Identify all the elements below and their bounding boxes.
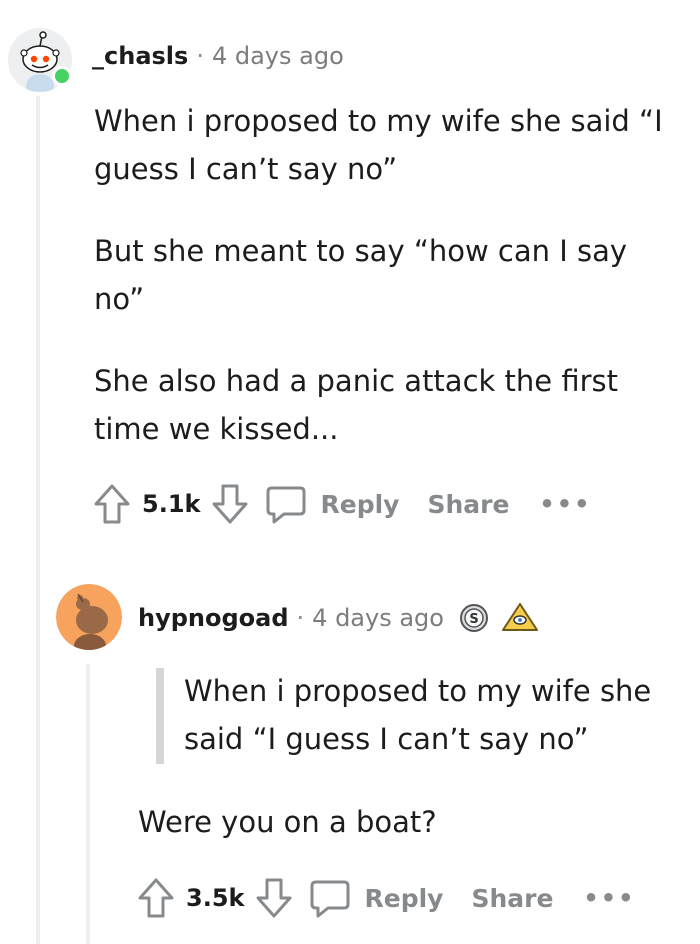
share-button[interactable]: Share: [427, 490, 509, 519]
comment-meta: hypnogoad · 4 days ago S: [138, 601, 540, 635]
comment-paragraph: But she meant to say “how can I say no”: [94, 234, 628, 316]
username[interactable]: hypnogoad: [138, 604, 289, 632]
vote-score: 5.1k: [142, 490, 201, 518]
downvote-icon[interactable]: [210, 482, 250, 526]
online-status-indicator: [52, 66, 72, 86]
reply-button[interactable]: Reply: [264, 482, 399, 526]
snoo-avatar-icon: [56, 584, 122, 650]
avatar[interactable]: [56, 584, 122, 650]
comment-paragraph: She also had a panic attack the first ti…: [94, 364, 619, 446]
share-button[interactable]: Share: [471, 884, 553, 913]
svg-text:S: S: [469, 612, 478, 627]
upvote-icon[interactable]: [92, 482, 132, 526]
comment-meta: _chasls · 4 days ago: [92, 42, 344, 70]
comment-bubble-icon: [310, 880, 350, 918]
more-options-icon[interactable]: •••: [539, 490, 591, 518]
downvote-icon[interactable]: [254, 876, 294, 920]
thread-line-reply[interactable]: [86, 664, 90, 944]
blockquote-bar: [156, 668, 164, 764]
comment-actions: 5.1k Reply Share •••: [92, 482, 591, 526]
vote-score: 3.5k: [186, 884, 245, 912]
more-options-icon[interactable]: •••: [583, 884, 635, 912]
coin-award-icon[interactable]: S: [458, 602, 490, 634]
meta-separator: ·: [296, 604, 305, 632]
comment-actions: 3.5k Reply Share •••: [136, 876, 635, 920]
thread-line[interactable]: [36, 96, 40, 944]
timestamp[interactable]: 4 days ago: [212, 42, 344, 70]
reply-label: Reply: [364, 883, 444, 913]
comment-bubble-icon: [266, 486, 306, 524]
comment-paragraph: Were you on a boat?: [138, 805, 437, 839]
upvote-icon[interactable]: [136, 876, 176, 920]
reply-button[interactable]: Reply: [308, 876, 443, 920]
username[interactable]: _chasls: [92, 42, 188, 70]
meta-separator: ·: [196, 42, 204, 70]
reply-label: Reply: [320, 489, 400, 519]
comment-paragraph: When i proposed to my wife she said “I g…: [94, 104, 663, 186]
award-icon[interactable]: [500, 601, 540, 635]
blockquote-text: When i proposed to my wife she said “I g…: [184, 674, 652, 756]
timestamp[interactable]: 4 days ago: [312, 604, 444, 632]
